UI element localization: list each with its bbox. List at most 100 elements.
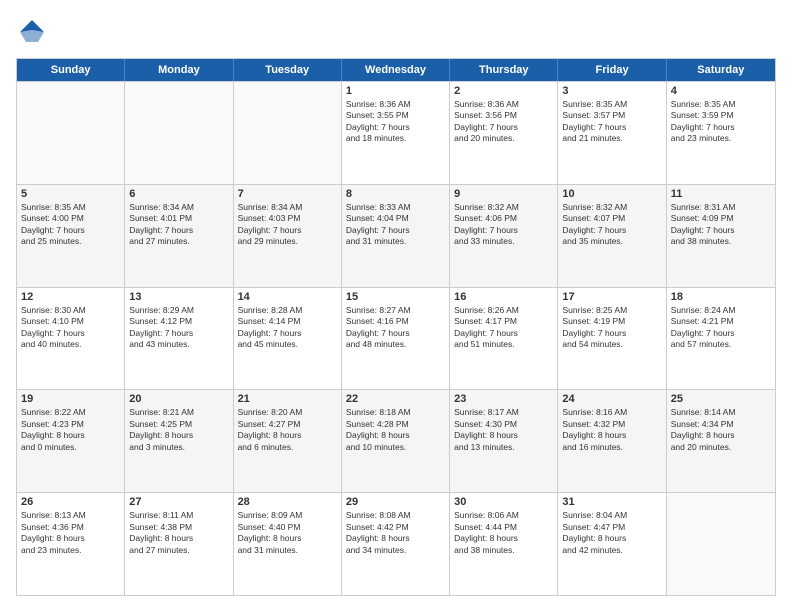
calendar-header: SundayMondayTuesdayWednesdayThursdayFrid… bbox=[17, 59, 775, 81]
day-info-21: Sunrise: 8:20 AM Sunset: 4:27 PM Dayligh… bbox=[238, 407, 337, 453]
day-cell-7: 7 Sunrise: 8:34 AM Sunset: 4:03 PM Daylig… bbox=[234, 185, 342, 287]
day-cell-3: 3 Sunrise: 8:35 AM Sunset: 3:57 PM Daylig… bbox=[558, 82, 666, 184]
calendar-body: 1Sunrise: 8:36 AM Sunset: 3:55 PM Daylig… bbox=[17, 81, 775, 595]
weekday-header-monday: Monday bbox=[125, 59, 233, 81]
day-info-5: Sunrise: 8:35 AM Sunset: 4:00 PM Dayligh… bbox=[21, 202, 120, 248]
day-cell-10: 10 Sunrise: 8:32 AM Sunset: 4:07 PM Dayli… bbox=[558, 185, 666, 287]
day-cell-17: 17 Sunrise: 8:25 AM Sunset: 4:19 PM Dayli… bbox=[558, 288, 666, 390]
day-number-31: 31 bbox=[562, 496, 661, 508]
weekday-header-sunday: Sunday bbox=[17, 59, 125, 81]
logo bbox=[16, 16, 54, 48]
weekday-header-friday: Friday bbox=[558, 59, 666, 81]
day-cell-18: 18 Sunrise: 8:24 AM Sunset: 4:21 PM Dayli… bbox=[667, 288, 775, 390]
day-cell-12: 12 Sunrise: 8:30 AM Sunset: 4:10 PM Dayli… bbox=[17, 288, 125, 390]
day-number-22: 22 bbox=[346, 393, 445, 405]
day-number-8: 8 bbox=[346, 188, 445, 200]
empty-cell-4-6 bbox=[667, 493, 775, 595]
day-info-20: Sunrise: 8:21 AM Sunset: 4:25 PM Dayligh… bbox=[129, 407, 228, 453]
calendar-row-4: 19 Sunrise: 8:22 AM Sunset: 4:23 PM Dayli… bbox=[17, 389, 775, 492]
day-cell-4: 4Sunrise: 8:35 AM Sunset: 3:59 PM Daylig… bbox=[667, 82, 775, 184]
day-number-17: 17 bbox=[562, 291, 661, 303]
day-cell-1: 1Sunrise: 8:36 AM Sunset: 3:55 PM Daylig… bbox=[342, 82, 450, 184]
day-number-27: 27 bbox=[129, 496, 228, 508]
day-number-10: 10 bbox=[562, 188, 661, 200]
day-number-6: 6 bbox=[129, 188, 228, 200]
day-info-1: Sunrise: 8:36 AM Sunset: 3:55 PM Dayligh… bbox=[346, 99, 445, 145]
day-info-25: Sunrise: 8:14 AM Sunset: 4:34 PM Dayligh… bbox=[671, 407, 771, 453]
day-info-3: Sunrise: 8:35 AM Sunset: 3:57 PM Dayligh… bbox=[562, 99, 661, 145]
calendar: SundayMondayTuesdayWednesdayThursdayFrid… bbox=[16, 58, 776, 596]
day-cell-28: 28Sunrise: 8:09 AM Sunset: 4:40 PM Dayli… bbox=[234, 493, 342, 595]
day-cell-22: 22Sunrise: 8:18 AM Sunset: 4:28 PM Dayli… bbox=[342, 390, 450, 492]
day-number-3: 3 bbox=[562, 85, 661, 97]
day-info-10: Sunrise: 8:32 AM Sunset: 4:07 PM Dayligh… bbox=[562, 202, 661, 248]
empty-cell-0-0 bbox=[17, 82, 125, 184]
calendar-row-2: 5 Sunrise: 8:35 AM Sunset: 4:00 PM Daylig… bbox=[17, 184, 775, 287]
calendar-row-1: 1Sunrise: 8:36 AM Sunset: 3:55 PM Daylig… bbox=[17, 81, 775, 184]
day-info-4: Sunrise: 8:35 AM Sunset: 3:59 PM Dayligh… bbox=[671, 99, 771, 145]
day-cell-6: 6 Sunrise: 8:34 AM Sunset: 4:01 PM Daylig… bbox=[125, 185, 233, 287]
day-info-7: Sunrise: 8:34 AM Sunset: 4:03 PM Dayligh… bbox=[238, 202, 337, 248]
day-cell-23: 23Sunrise: 8:17 AM Sunset: 4:30 PM Dayli… bbox=[450, 390, 558, 492]
day-number-16: 16 bbox=[454, 291, 553, 303]
day-info-8: Sunrise: 8:33 AM Sunset: 4:04 PM Dayligh… bbox=[346, 202, 445, 248]
day-number-18: 18 bbox=[671, 291, 771, 303]
day-info-18: Sunrise: 8:24 AM Sunset: 4:21 PM Dayligh… bbox=[671, 305, 771, 351]
day-number-15: 15 bbox=[346, 291, 445, 303]
day-info-15: Sunrise: 8:27 AM Sunset: 4:16 PM Dayligh… bbox=[346, 305, 445, 351]
day-number-25: 25 bbox=[671, 393, 771, 405]
day-number-29: 29 bbox=[346, 496, 445, 508]
weekday-header-saturday: Saturday bbox=[667, 59, 775, 81]
day-number-26: 26 bbox=[21, 496, 120, 508]
empty-cell-0-1 bbox=[125, 82, 233, 184]
day-cell-11: 11 Sunrise: 8:31 AM Sunset: 4:09 PM Dayli… bbox=[667, 185, 775, 287]
calendar-row-5: 26 Sunrise: 8:13 AM Sunset: 4:36 PM Dayli… bbox=[17, 492, 775, 595]
day-cell-21: 21Sunrise: 8:20 AM Sunset: 4:27 PM Dayli… bbox=[234, 390, 342, 492]
day-info-19: Sunrise: 8:22 AM Sunset: 4:23 PM Dayligh… bbox=[21, 407, 120, 453]
day-number-23: 23 bbox=[454, 393, 553, 405]
day-info-11: Sunrise: 8:31 AM Sunset: 4:09 PM Dayligh… bbox=[671, 202, 771, 248]
day-cell-13: 13 Sunrise: 8:29 AM Sunset: 4:12 PM Dayli… bbox=[125, 288, 233, 390]
page: SundayMondayTuesdayWednesdayThursdayFrid… bbox=[0, 0, 792, 612]
day-number-20: 20 bbox=[129, 393, 228, 405]
weekday-header-tuesday: Tuesday bbox=[234, 59, 342, 81]
logo-icon bbox=[16, 16, 48, 48]
day-number-11: 11 bbox=[671, 188, 771, 200]
weekday-header-wednesday: Wednesday bbox=[342, 59, 450, 81]
day-info-30: Sunrise: 8:06 AM Sunset: 4:44 PM Dayligh… bbox=[454, 510, 553, 556]
day-cell-14: 14 Sunrise: 8:28 AM Sunset: 4:14 PM Dayli… bbox=[234, 288, 342, 390]
day-cell-25: 25 Sunrise: 8:14 AM Sunset: 4:34 PM Dayli… bbox=[667, 390, 775, 492]
day-cell-20: 20 Sunrise: 8:21 AM Sunset: 4:25 PM Dayli… bbox=[125, 390, 233, 492]
day-info-26: Sunrise: 8:13 AM Sunset: 4:36 PM Dayligh… bbox=[21, 510, 120, 556]
header bbox=[16, 16, 776, 48]
day-info-17: Sunrise: 8:25 AM Sunset: 4:19 PM Dayligh… bbox=[562, 305, 661, 351]
day-number-7: 7 bbox=[238, 188, 337, 200]
day-info-14: Sunrise: 8:28 AM Sunset: 4:14 PM Dayligh… bbox=[238, 305, 337, 351]
day-number-12: 12 bbox=[21, 291, 120, 303]
day-number-2: 2 bbox=[454, 85, 553, 97]
day-number-28: 28 bbox=[238, 496, 337, 508]
day-info-2: Sunrise: 8:36 AM Sunset: 3:56 PM Dayligh… bbox=[454, 99, 553, 145]
day-number-14: 14 bbox=[238, 291, 337, 303]
day-cell-5: 5 Sunrise: 8:35 AM Sunset: 4:00 PM Daylig… bbox=[17, 185, 125, 287]
day-number-19: 19 bbox=[21, 393, 120, 405]
day-number-9: 9 bbox=[454, 188, 553, 200]
day-cell-15: 15 Sunrise: 8:27 AM Sunset: 4:16 PM Dayli… bbox=[342, 288, 450, 390]
day-info-27: Sunrise: 8:11 AM Sunset: 4:38 PM Dayligh… bbox=[129, 510, 228, 556]
calendar-row-3: 12 Sunrise: 8:30 AM Sunset: 4:10 PM Dayli… bbox=[17, 287, 775, 390]
day-cell-31: 31 Sunrise: 8:04 AM Sunset: 4:47 PM Dayli… bbox=[558, 493, 666, 595]
day-info-13: Sunrise: 8:29 AM Sunset: 4:12 PM Dayligh… bbox=[129, 305, 228, 351]
day-info-31: Sunrise: 8:04 AM Sunset: 4:47 PM Dayligh… bbox=[562, 510, 661, 556]
day-info-12: Sunrise: 8:30 AM Sunset: 4:10 PM Dayligh… bbox=[21, 305, 120, 351]
day-info-24: Sunrise: 8:16 AM Sunset: 4:32 PM Dayligh… bbox=[562, 407, 661, 453]
day-number-30: 30 bbox=[454, 496, 553, 508]
day-cell-29: 29Sunrise: 8:08 AM Sunset: 4:42 PM Dayli… bbox=[342, 493, 450, 595]
day-cell-8: 8 Sunrise: 8:33 AM Sunset: 4:04 PM Daylig… bbox=[342, 185, 450, 287]
weekday-header-thursday: Thursday bbox=[450, 59, 558, 81]
day-info-9: Sunrise: 8:32 AM Sunset: 4:06 PM Dayligh… bbox=[454, 202, 553, 248]
day-info-6: Sunrise: 8:34 AM Sunset: 4:01 PM Dayligh… bbox=[129, 202, 228, 248]
day-cell-26: 26 Sunrise: 8:13 AM Sunset: 4:36 PM Dayli… bbox=[17, 493, 125, 595]
day-info-16: Sunrise: 8:26 AM Sunset: 4:17 PM Dayligh… bbox=[454, 305, 553, 351]
day-number-13: 13 bbox=[129, 291, 228, 303]
day-number-5: 5 bbox=[21, 188, 120, 200]
